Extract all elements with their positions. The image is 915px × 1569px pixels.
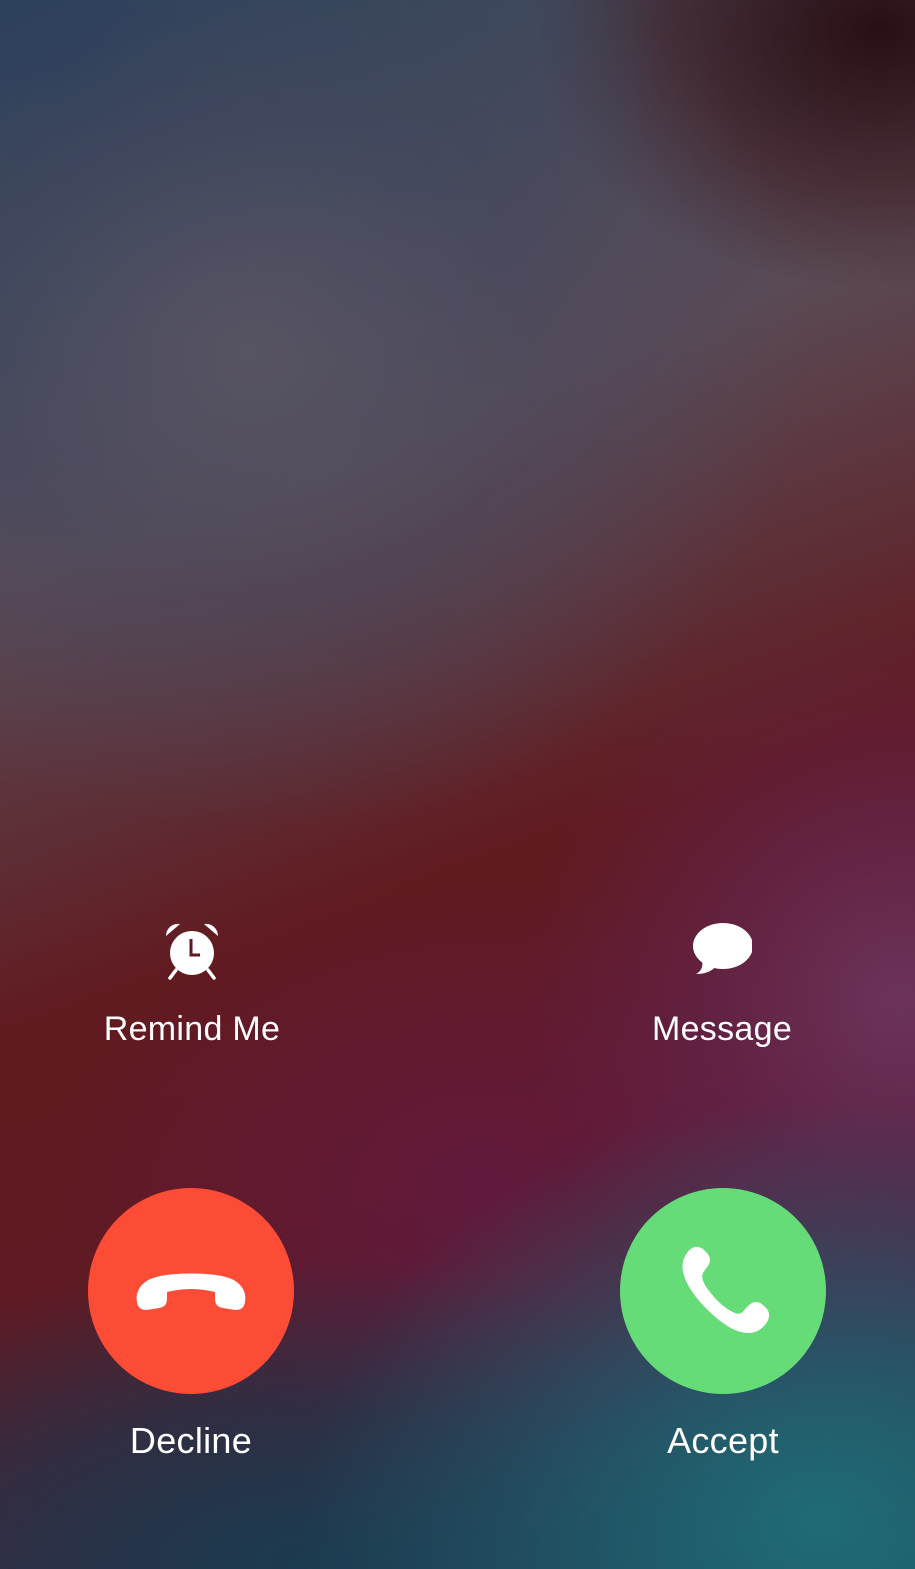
speech-bubble-icon [693, 923, 752, 974]
message-button[interactable]: Message [622, 920, 822, 1049]
decline-label: Decline [129, 1420, 253, 1461]
accept-button[interactable] [620, 1188, 826, 1394]
accept-label: Accept [667, 1420, 779, 1461]
phone-hangup-icon [136, 1273, 246, 1310]
remind-me-label: Remind Me [103, 1010, 281, 1048]
incoming-call-screen: Remind Me Message Decline Accept [0, 0, 915, 1569]
remind-me-button[interactable]: Remind Me [92, 920, 292, 1049]
message-label: Message [651, 1010, 793, 1048]
decline-button[interactable] [88, 1188, 294, 1394]
alarm-clock-icon [165, 923, 219, 980]
phone-icon [682, 1246, 770, 1333]
